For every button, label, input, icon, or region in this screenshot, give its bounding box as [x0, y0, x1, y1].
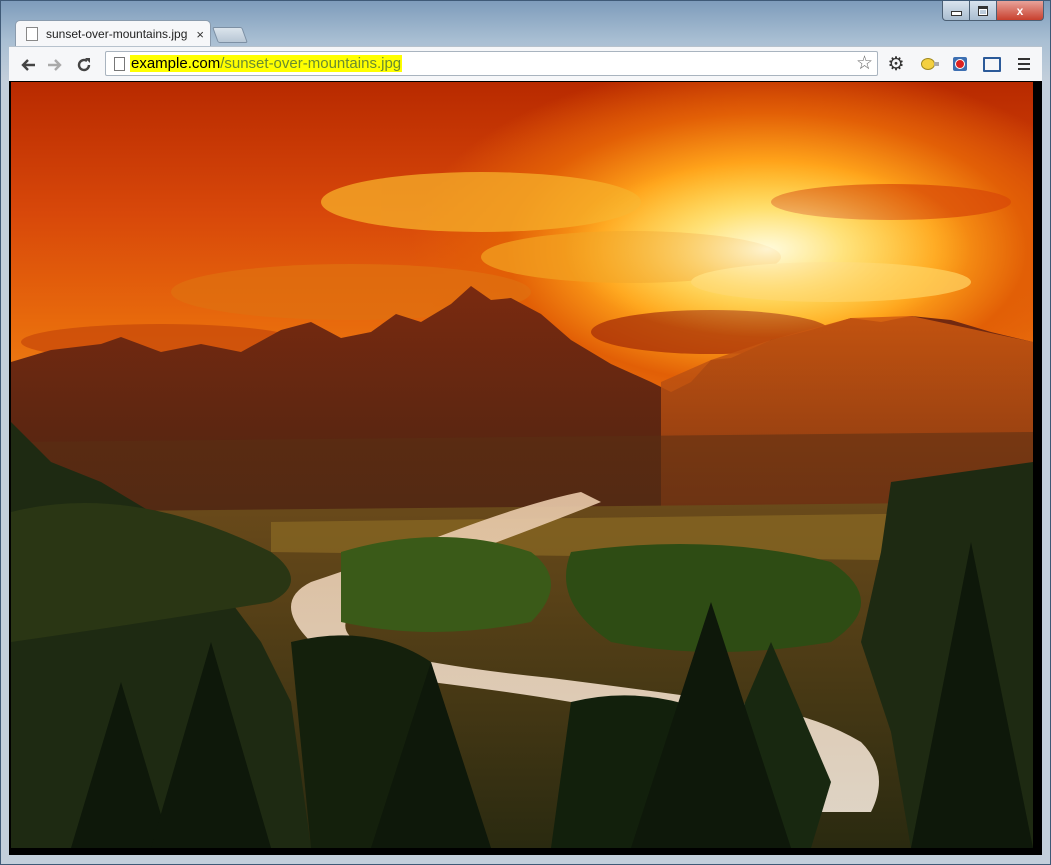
gear-icon: ⚙: [887, 53, 905, 75]
tab-title: sunset-over-mountains.jpg: [46, 27, 188, 41]
arrow-left-icon: [21, 59, 35, 71]
maximize-button[interactable]: [970, 1, 997, 21]
reload-icon: [77, 58, 91, 72]
minimize-button[interactable]: [942, 1, 970, 21]
menu-icon: [1018, 58, 1030, 70]
tab-active[interactable]: sunset-over-mountains.jpg ×: [15, 20, 211, 47]
url-text[interactable]: example.com/sunset-over-mountains.jpg: [130, 55, 403, 72]
maximize-icon: [978, 5, 988, 16]
url-path: /sunset-over-mountains.jpg: [220, 55, 402, 72]
fullscreen-button[interactable]: [982, 54, 1002, 74]
toolbar: example.com/sunset-over-mountains.jpg ☆ …: [9, 46, 1042, 81]
tab-close-button[interactable]: ×: [196, 27, 204, 42]
landscape-illustration: [11, 82, 1033, 848]
url-host: example.com: [131, 55, 221, 72]
menu-button[interactable]: [1014, 54, 1034, 74]
browser-window: x sunset-over-mountains.jpg × example.co…: [0, 0, 1051, 865]
address-bar[interactable]: example.com/sunset-over-mountains.jpg ☆: [105, 51, 878, 76]
forward-button[interactable]: [44, 54, 66, 76]
new-tab-button[interactable]: [212, 27, 248, 43]
page-viewport: [9, 81, 1042, 855]
window-controls: x: [942, 1, 1044, 21]
reload-button[interactable]: [73, 54, 95, 76]
page-icon: [114, 57, 125, 71]
fullscreen-icon: [983, 56, 1001, 72]
lightbulb-icon: [921, 58, 939, 70]
sunset-photo: [11, 82, 1033, 848]
close-window-button[interactable]: x: [997, 1, 1044, 21]
extension-icon: [953, 57, 967, 71]
arrow-right-icon: [48, 59, 62, 71]
minimize-icon: [950, 11, 962, 16]
star-icon: ☆: [855, 53, 873, 74]
close-icon: x: [1016, 3, 1024, 18]
back-button[interactable]: [17, 54, 39, 76]
page-icon: [26, 27, 38, 41]
settings-button[interactable]: ⚙: [886, 53, 906, 75]
lightbulb-extension-button[interactable]: [918, 54, 939, 74]
bookmark-button[interactable]: ☆: [856, 53, 873, 74]
extension-button[interactable]: [950, 54, 970, 74]
